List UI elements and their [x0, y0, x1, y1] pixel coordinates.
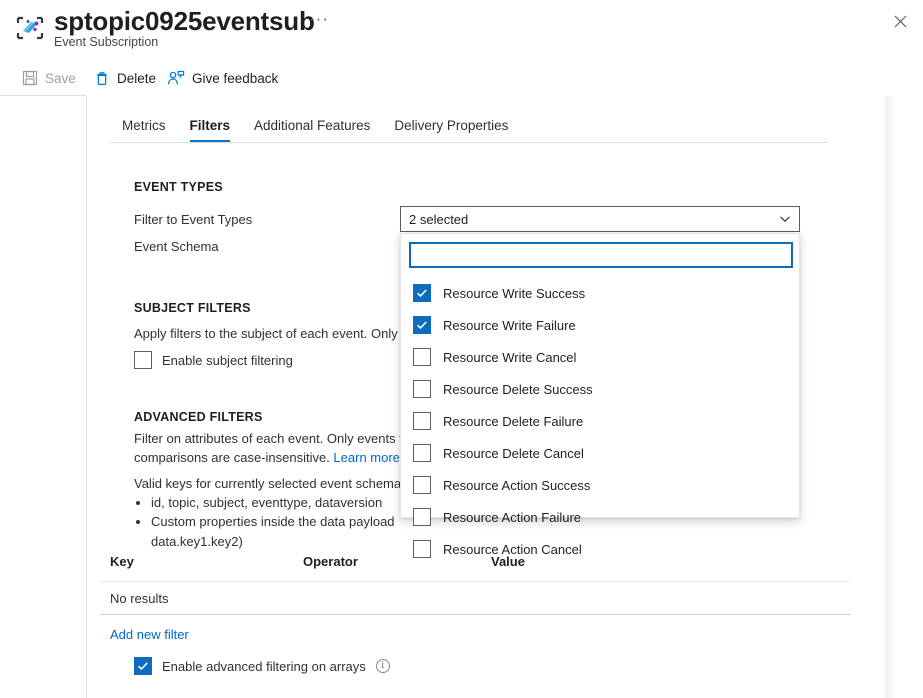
command-bar: Save Delete Give feedback [0, 60, 923, 96]
save-button[interactable]: Save [18, 64, 80, 92]
enable-subject-filtering-checkbox[interactable]: Enable subject filtering [134, 351, 293, 369]
filters-content-panel: Metrics Filters Additional Features Deli… [87, 96, 885, 698]
event-schema-label: Event Schema [134, 239, 219, 254]
table-empty-row: No results [110, 591, 169, 606]
tab-metrics-label: Metrics [122, 118, 166, 133]
event-types-option-list: Resource Write Success Resource Write Fai… [401, 277, 799, 565]
checkbox-box [413, 444, 431, 462]
event-type-option-label: Resource Action Failure [443, 510, 581, 525]
close-icon[interactable] [887, 8, 913, 34]
info-icon[interactable]: i [376, 659, 390, 673]
checkbox-box [413, 380, 431, 398]
checkbox-box [413, 412, 431, 430]
delete-button[interactable]: Delete [90, 64, 160, 92]
azure-portal-blade: sptopic0925eventsub ··· Event Subscripti… [0, 0, 923, 698]
event-type-option[interactable]: Resource Write Success [401, 277, 799, 309]
event-type-option-label: Resource Write Cancel [443, 350, 576, 365]
event-type-option[interactable]: Resource Action Cancel [401, 533, 799, 565]
save-label: Save [45, 71, 76, 86]
add-new-filter-link[interactable]: Add new filter [110, 627, 189, 642]
advanced-filters-description-line2: comparisons are case-insensitive. Learn … [134, 448, 400, 467]
list-item: Custom properties inside the data payloa… [151, 512, 395, 531]
column-header-operator: Operator [303, 554, 358, 569]
blade-header: sptopic0925eventsub ··· Event Subscripti… [0, 0, 923, 60]
table-bottom-divider [100, 614, 850, 615]
left-rail [0, 96, 86, 698]
resource-type-label: Event Subscription [54, 35, 158, 49]
filter-to-event-types-combobox[interactable]: 2 selected [400, 206, 800, 232]
subject-filters-section-title: SUBJECT FILTERS [134, 301, 251, 315]
event-type-option-label: Resource Action Cancel [443, 542, 582, 557]
filter-to-event-types-label: Filter to Event Types [134, 212, 252, 227]
valid-keys-bullets-clip: id, topic, subject, eventtype, dataversi… [134, 493, 400, 533]
combobox-value: 2 selected [409, 212, 468, 227]
page-title: sptopic0925eventsub [54, 6, 315, 37]
checkbox-box [413, 316, 431, 334]
feedback-person-icon [167, 70, 185, 86]
valid-keys-bullet-continuation: data.key1.key2) [151, 532, 243, 551]
list-item: id, topic, subject, eventtype, dataversi… [151, 493, 395, 512]
table-header-divider [100, 581, 850, 582]
column-header-key: Key [110, 554, 134, 569]
tab-bar-divider [110, 142, 828, 143]
event-type-option[interactable]: Resource Action Success [401, 469, 799, 501]
checkbox-box [134, 351, 152, 369]
tab-delivery-properties-label: Delivery Properties [394, 118, 508, 133]
event-type-option-label: Resource Delete Failure [443, 414, 583, 429]
event-type-option-label: Resource Delete Cancel [443, 446, 584, 461]
content-panel-shadow [885, 96, 897, 698]
event-type-option[interactable]: Resource Write Failure [401, 309, 799, 341]
valid-keys-intro: Valid keys for currently selected event … [134, 474, 400, 493]
subject-filters-description-clip: Apply filters to the subject of each eve… [134, 324, 400, 346]
delete-label: Delete [117, 71, 156, 86]
tab-additional-features[interactable]: Additional Features [242, 118, 382, 142]
event-type-option-label: Resource Write Failure [443, 318, 576, 333]
save-icon [22, 70, 38, 86]
advanced-filters-description-line1: Filter on attributes of each event. Only… [134, 429, 400, 448]
event-grid-subscription-icon [14, 12, 46, 44]
event-type-option[interactable]: Resource Delete Failure [401, 405, 799, 437]
delete-icon [94, 70, 110, 86]
event-types-section-title: EVENT TYPES [134, 180, 223, 194]
enable-subject-filtering-label: Enable subject filtering [162, 353, 293, 368]
advanced-filters-description-clip: Filter on attributes of each event. Only… [134, 429, 400, 471]
advanced-filters-description-line2-text: comparisons are case-insensitive. [134, 450, 333, 465]
enable-advanced-filtering-on-arrays-label: Enable advanced filtering on arrays [162, 659, 366, 674]
checkbox-box [413, 508, 431, 526]
tab-delivery-properties[interactable]: Delivery Properties [382, 118, 520, 142]
tab-additional-features-label: Additional Features [254, 118, 370, 133]
event-type-option[interactable]: Resource Delete Cancel [401, 437, 799, 469]
checkbox-box [134, 657, 152, 675]
event-type-option[interactable]: Resource Delete Success [401, 373, 799, 405]
give-feedback-label: Give feedback [192, 71, 278, 86]
event-types-dropdown: Resource Write Success Resource Write Fai… [400, 233, 800, 518]
tab-filters-label: Filters [190, 118, 231, 133]
chevron-down-icon [779, 213, 791, 228]
event-type-option[interactable]: Resource Write Cancel [401, 341, 799, 373]
subject-filters-description: Apply filters to the subject of each eve… [134, 324, 400, 343]
tab-filters[interactable]: Filters [178, 118, 243, 142]
event-type-option-label: Resource Write Success [443, 286, 585, 301]
event-type-option-label: Resource Delete Success [443, 382, 593, 397]
event-type-option-label: Resource Action Success [443, 478, 590, 493]
event-type-option[interactable]: Resource Action Failure [401, 501, 799, 533]
give-feedback-button[interactable]: Give feedback [163, 64, 282, 92]
enable-advanced-filtering-on-arrays-checkbox[interactable]: Enable advanced filtering on arrays i [134, 657, 390, 675]
checkbox-box [413, 284, 431, 302]
advanced-filters-section-title: ADVANCED FILTERS [134, 410, 263, 424]
checkbox-box [413, 348, 431, 366]
tab-metrics[interactable]: Metrics [110, 118, 178, 142]
event-types-search-input[interactable] [409, 242, 793, 268]
tab-bar: Metrics Filters Additional Features Deli… [110, 106, 520, 142]
more-actions-button[interactable]: ··· [309, 12, 329, 26]
checkbox-box [413, 540, 431, 558]
checkbox-box [413, 476, 431, 494]
learn-more-link[interactable]: Learn more [333, 450, 399, 465]
valid-keys-bullet-list: id, topic, subject, eventtype, dataversi… [134, 493, 395, 531]
